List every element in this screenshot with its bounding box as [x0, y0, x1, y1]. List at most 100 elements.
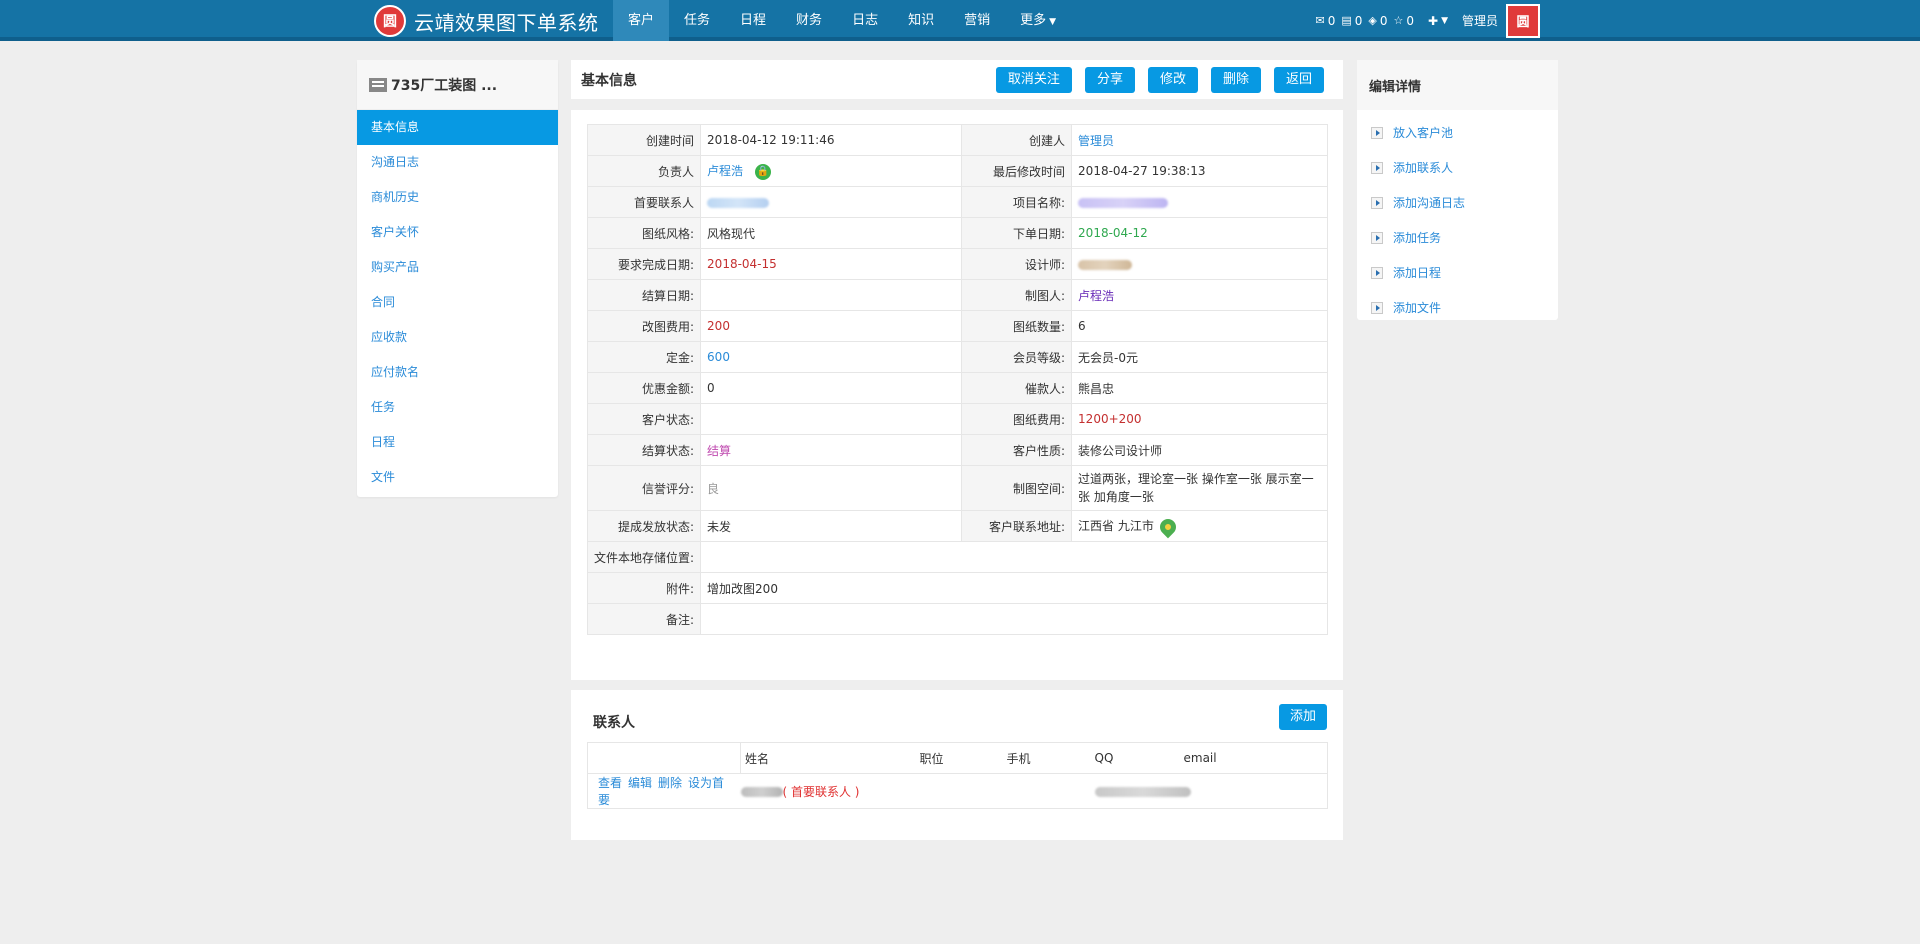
nav-item-more[interactable]: 更多 ▼ — [1005, 0, 1071, 41]
share-button[interactable]: 分享 — [1084, 67, 1135, 93]
nav-item-finance[interactable]: 财务 — [781, 0, 837, 41]
table-row: 文件本地存储位置: — [586, 541, 1328, 573]
owner-value: 卢程浩 🔒 — [700, 155, 963, 187]
back-button[interactable]: 返回 — [1273, 67, 1324, 93]
field-label: 定金: — [586, 341, 702, 373]
owner-link[interactable]: 卢程浩 — [707, 164, 743, 178]
customer-sidebar: 735厂工装图 ... 基本信息 沟通日志 商机历史 客户关怀 购买产品 合同 … — [357, 60, 558, 497]
table-row: 优惠金额: 0 催款人: 熊昌忠 — [586, 372, 1328, 404]
top-navbar: 圆 云靖效果图下单系统 客户 任务 日程 财务 日志 知识 营销 更多 ▼ ✉ 0 … — [0, 0, 1920, 41]
mail-counter[interactable]: ✉ 0 — [1315, 14, 1335, 28]
lock-icon[interactable]: 🔒 — [755, 163, 772, 180]
table-row: 结算日期: 制图人: 卢程浩 — [586, 279, 1328, 311]
add-schedule-link[interactable]: 添加日程 — [1357, 255, 1558, 290]
sidebar-item-payables[interactable]: 应付款名 — [357, 355, 558, 390]
sidebar-item-communication-log[interactable]: 沟通日志 — [357, 145, 558, 180]
drafter-value: 卢程浩 — [1071, 279, 1328, 311]
sidebar-item-purchased-products[interactable]: 购买产品 — [357, 250, 558, 285]
basic-info-table: 创建时间 2018-04-12 19:11:46 创建人 管理员 负责人 卢程浩… — [586, 124, 1328, 635]
sidebar-item-contract[interactable]: 合同 — [357, 285, 558, 320]
table-row: 改图费用: 200 图纸数量: 6 — [586, 310, 1328, 342]
table-row: 创建时间 2018-04-12 19:11:46 创建人 管理员 — [586, 124, 1328, 156]
field-label: 图纸费用: — [961, 403, 1073, 435]
star-counter[interactable]: ☆ 0 — [1393, 14, 1414, 28]
sidebar-item-tasks[interactable]: 任务 — [357, 390, 558, 425]
remark-value — [700, 603, 1328, 635]
star-icon: ☆ — [1393, 14, 1404, 27]
sidebar-item-basic-info[interactable]: 基本信息 — [357, 110, 558, 145]
delete-contact-link[interactable]: 删除 — [658, 776, 682, 790]
contact-actions: 查看 编辑 删除 设为首要 — [587, 773, 741, 809]
last-modified-value: 2018-04-27 19:38:13 — [1071, 155, 1328, 187]
column-header-qq: QQ — [1090, 742, 1180, 774]
map-pin-icon[interactable] — [1156, 515, 1180, 539]
field-label: 会员等级: — [961, 341, 1073, 373]
task-counter[interactable]: ◈ 0 — [1368, 14, 1387, 28]
nav-more-label: 更多 — [1020, 13, 1047, 28]
quick-add-button[interactable]: ✚ ▼ — [1428, 14, 1448, 28]
edit-details-title: 编辑详情 — [1357, 60, 1558, 110]
menu-label: 放入客户池 — [1393, 126, 1454, 140]
contact-qq-cell — [1090, 773, 1328, 809]
add-contact-button[interactable]: 添加 — [1278, 704, 1327, 730]
nav-item-customer[interactable]: 客户 — [613, 0, 670, 41]
table-row: 定金: 600 会员等级: 无会员-0元 — [586, 341, 1328, 373]
table-row: 备注: — [586, 603, 1328, 635]
settle-date-value — [700, 279, 963, 311]
nav-item-knowledge[interactable]: 知识 — [893, 0, 949, 41]
field-label: 提成发放状态: — [586, 510, 702, 542]
field-label: 附件: — [586, 572, 702, 604]
redacted-text — [1078, 197, 1169, 208]
creator-link[interactable]: 管理员 — [1078, 134, 1114, 148]
nav-item-schedule[interactable]: 日程 — [725, 0, 781, 41]
redacted-text — [1094, 786, 1191, 797]
nav-item-log[interactable]: 日志 — [837, 0, 893, 41]
field-label: 改图费用: — [586, 310, 702, 342]
task-icon: ◈ — [1368, 14, 1377, 27]
primary-contact-tag: ( 首要联系人 ) — [782, 784, 860, 799]
sidebar-item-opportunity-history[interactable]: 商机历史 — [357, 180, 558, 215]
add-contact-link[interactable]: 添加联系人 — [1357, 150, 1558, 185]
add-file-link[interactable]: 添加文件 — [1357, 290, 1558, 325]
view-contact-link[interactable]: 查看 — [598, 776, 622, 790]
message-counter[interactable]: ▤ 0 — [1341, 14, 1362, 28]
main-header: 基本信息 取消关注 分享 修改 删除 返回 — [571, 60, 1343, 99]
add-task-link[interactable]: 添加任务 — [1357, 220, 1558, 255]
sidebar-item-receivables[interactable]: 应收款 — [357, 320, 558, 355]
logo-icon: 圆 — [374, 5, 406, 37]
brand[interactable]: 圆 云靖效果图下单系统 — [374, 5, 599, 37]
add-communication-log-link[interactable]: 添加沟通日志 — [1357, 185, 1558, 220]
designer-value — [1071, 248, 1328, 280]
project-name-value — [1071, 186, 1328, 218]
table-row: 负责人 卢程浩 🔒 最后修改时间 2018-04-27 19:38:13 — [586, 155, 1328, 187]
field-label: 文件本地存储位置: — [586, 541, 702, 573]
nav-item-task[interactable]: 任务 — [669, 0, 725, 41]
field-label: 负责人 — [586, 155, 702, 187]
field-label: 优惠金额: — [586, 372, 702, 404]
nav-item-marketing[interactable]: 营销 — [949, 0, 1005, 41]
sidebar-item-files[interactable]: 文件 — [357, 460, 558, 495]
sidebar-item-schedule[interactable]: 日程 — [357, 425, 558, 460]
table-row: 信誉评分: 良 制图空间: 过道两张，理论室一张 操作室一张 展示室一张 加角度… — [586, 465, 1328, 511]
edit-button[interactable]: 修改 — [1147, 67, 1198, 93]
user-menu[interactable]: 管理员 — [1462, 12, 1498, 29]
field-label: 图纸风格: — [586, 217, 702, 249]
table-row: 提成发放状态: 未发 客户联系地址: 江西省 九江市 — [586, 510, 1328, 542]
delete-button[interactable]: 删除 — [1210, 67, 1261, 93]
menu-label: 添加联系人 — [1393, 161, 1454, 175]
edit-contact-link[interactable]: 编辑 — [628, 776, 652, 790]
put-into-pool-link[interactable]: 放入客户池 — [1357, 115, 1558, 150]
sidebar-item-customer-care[interactable]: 客户关怀 — [357, 215, 558, 250]
avatar[interactable]: 圆 — [1506, 3, 1540, 38]
drawing-style-value: 风格现代 — [700, 217, 963, 249]
building-icon — [369, 77, 387, 92]
member-level-value: 无会员-0元 — [1071, 341, 1328, 373]
menu-label: 添加任务 — [1393, 231, 1442, 245]
unfollow-button[interactable]: 取消关注 — [995, 67, 1072, 93]
file-location-value — [700, 541, 1328, 573]
primary-contact-value — [700, 186, 963, 218]
due-date-value: 2018-04-15 — [700, 248, 963, 280]
drawing-fee-value: 1200+200 — [1071, 403, 1328, 435]
field-label: 催款人: — [961, 372, 1073, 404]
table-row: 要求完成日期: 2018-04-15 设计师: — [586, 248, 1328, 280]
